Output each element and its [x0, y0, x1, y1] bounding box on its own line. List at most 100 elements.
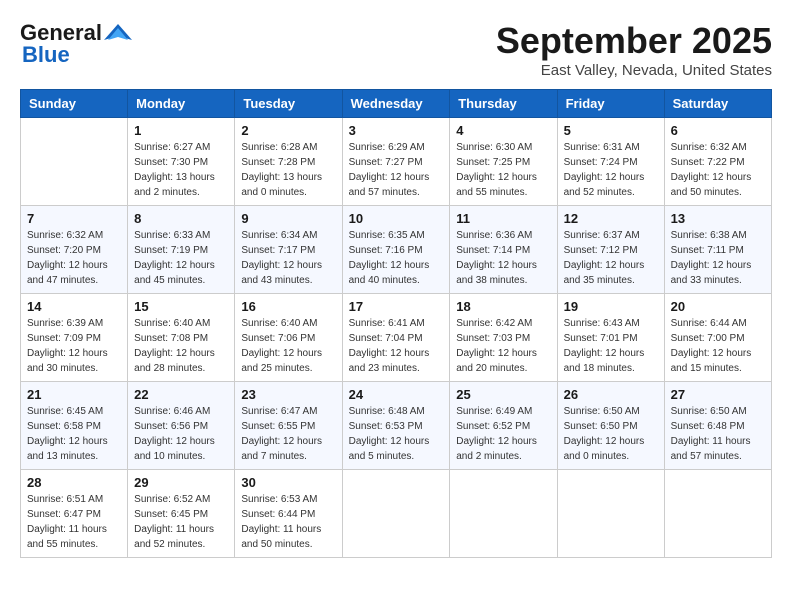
table-cell: 6 Sunrise: 6:32 AMSunset: 7:22 PMDaylight…	[664, 118, 771, 206]
week-row-2: 7 Sunrise: 6:32 AMSunset: 7:20 PMDaylight…	[21, 206, 772, 294]
day-number: 12	[564, 211, 658, 226]
day-info: Sunrise: 6:29 AMSunset: 7:27 PMDaylight:…	[349, 140, 444, 200]
table-cell	[450, 470, 557, 558]
day-info: Sunrise: 6:32 AMSunset: 7:20 PMDaylight:…	[27, 228, 121, 288]
table-cell: 22 Sunrise: 6:46 AMSunset: 6:56 PMDayligh…	[128, 382, 235, 470]
day-number: 22	[134, 387, 228, 402]
day-info: Sunrise: 6:46 AMSunset: 6:56 PMDaylight:…	[134, 404, 228, 464]
day-number: 10	[349, 211, 444, 226]
table-cell: 2 Sunrise: 6:28 AMSunset: 7:28 PMDaylight…	[235, 118, 342, 206]
day-number: 21	[27, 387, 121, 402]
day-info: Sunrise: 6:47 AMSunset: 6:55 PMDaylight:…	[241, 404, 335, 464]
location-title: East Valley, Nevada, United States	[496, 62, 772, 79]
table-cell: 29 Sunrise: 6:52 AMSunset: 6:45 PMDayligh…	[128, 470, 235, 558]
logo-icon	[102, 22, 134, 44]
day-number: 8	[134, 211, 228, 226]
day-number: 28	[27, 475, 121, 490]
day-info: Sunrise: 6:34 AMSunset: 7:17 PMDaylight:…	[241, 228, 335, 288]
day-number: 1	[134, 123, 228, 138]
day-number: 11	[456, 211, 550, 226]
day-number: 29	[134, 475, 228, 490]
table-cell: 18 Sunrise: 6:42 AMSunset: 7:03 PMDayligh…	[450, 294, 557, 382]
day-number: 14	[27, 299, 121, 314]
day-number: 23	[241, 387, 335, 402]
day-info: Sunrise: 6:51 AMSunset: 6:47 PMDaylight:…	[27, 492, 121, 552]
table-cell: 21Sunrise: 6:45 AMSunset: 6:58 PMDayligh…	[21, 382, 128, 470]
table-cell: 4Sunrise: 6:30 AMSunset: 7:25 PMDaylight…	[450, 118, 557, 206]
day-number: 20	[671, 299, 765, 314]
day-info: Sunrise: 6:49 AMSunset: 6:52 PMDaylight:…	[456, 404, 550, 464]
table-cell: 13 Sunrise: 6:38 AMSunset: 7:11 PMDayligh…	[664, 206, 771, 294]
table-cell: 11 Sunrise: 6:36 AMSunset: 7:14 PMDayligh…	[450, 206, 557, 294]
header-tuesday: Tuesday	[235, 90, 342, 118]
header-sunday: Sunday	[21, 90, 128, 118]
day-number: 27	[671, 387, 765, 402]
day-info: Sunrise: 6:43 AMSunset: 7:01 PMDaylight:…	[564, 316, 658, 376]
calendar-header-row: Sunday Monday Tuesday Wednesday Thursday…	[21, 90, 772, 118]
day-info: Sunrise: 6:33 AMSunset: 7:19 PMDaylight:…	[134, 228, 228, 288]
day-number: 2	[241, 123, 335, 138]
day-info: Sunrise: 6:28 AMSunset: 7:28 PMDaylight:…	[241, 140, 335, 200]
day-info: Sunrise: 6:30 AMSunset: 7:25 PMDaylight:…	[456, 140, 550, 200]
day-info: Sunrise: 6:37 AMSunset: 7:12 PMDaylight:…	[564, 228, 658, 288]
day-number: 24	[349, 387, 444, 402]
day-info: Sunrise: 6:48 AMSunset: 6:53 PMDaylight:…	[349, 404, 444, 464]
day-number: 6	[671, 123, 765, 138]
day-info: Sunrise: 6:41 AMSunset: 7:04 PMDaylight:…	[349, 316, 444, 376]
day-number: 7	[27, 211, 121, 226]
day-info: Sunrise: 6:42 AMSunset: 7:03 PMDaylight:…	[456, 316, 550, 376]
day-number: 15	[134, 299, 228, 314]
page-header: General Blue September 2025 East Valley,…	[20, 20, 772, 79]
table-cell: 5 Sunrise: 6:31 AMSunset: 7:24 PMDaylight…	[557, 118, 664, 206]
day-info: Sunrise: 6:36 AMSunset: 7:14 PMDaylight:…	[456, 228, 550, 288]
day-number: 16	[241, 299, 335, 314]
table-cell: 25Sunrise: 6:49 AMSunset: 6:52 PMDayligh…	[450, 382, 557, 470]
table-cell: 24 Sunrise: 6:48 AMSunset: 6:53 PMDayligh…	[342, 382, 450, 470]
week-row-5: 28 Sunrise: 6:51 AMSunset: 6:47 PMDayligh…	[21, 470, 772, 558]
month-title: September 2025	[496, 20, 772, 62]
table-cell: 23 Sunrise: 6:47 AMSunset: 6:55 PMDayligh…	[235, 382, 342, 470]
day-number: 18	[456, 299, 550, 314]
header-wednesday: Wednesday	[342, 90, 450, 118]
table-cell	[21, 118, 128, 206]
day-number: 13	[671, 211, 765, 226]
header-thursday: Thursday	[450, 90, 557, 118]
table-cell	[664, 470, 771, 558]
table-cell: 30 Sunrise: 6:53 AMSunset: 6:44 PMDayligh…	[235, 470, 342, 558]
day-info: Sunrise: 6:31 AMSunset: 7:24 PMDaylight:…	[564, 140, 658, 200]
table-cell: 12 Sunrise: 6:37 AMSunset: 7:12 PMDayligh…	[557, 206, 664, 294]
day-info: Sunrise: 6:50 AMSunset: 6:50 PMDaylight:…	[564, 404, 658, 464]
table-cell	[557, 470, 664, 558]
day-number: 19	[564, 299, 658, 314]
day-info: Sunrise: 6:53 AMSunset: 6:44 PMDaylight:…	[241, 492, 335, 552]
header-monday: Monday	[128, 90, 235, 118]
day-number: 9	[241, 211, 335, 226]
table-cell	[342, 470, 450, 558]
table-cell: 8 Sunrise: 6:33 AMSunset: 7:19 PMDaylight…	[128, 206, 235, 294]
table-cell: 1 Sunrise: 6:27 AMSunset: 7:30 PMDaylight…	[128, 118, 235, 206]
table-cell: 17 Sunrise: 6:41 AMSunset: 7:04 PMDayligh…	[342, 294, 450, 382]
day-info: Sunrise: 6:35 AMSunset: 7:16 PMDaylight:…	[349, 228, 444, 288]
day-info: Sunrise: 6:38 AMSunset: 7:11 PMDaylight:…	[671, 228, 765, 288]
table-cell: 16 Sunrise: 6:40 AMSunset: 7:06 PMDayligh…	[235, 294, 342, 382]
table-cell: 20 Sunrise: 6:44 AMSunset: 7:00 PMDayligh…	[664, 294, 771, 382]
calendar-table: Sunday Monday Tuesday Wednesday Thursday…	[20, 89, 772, 558]
day-number: 5	[564, 123, 658, 138]
day-number: 17	[349, 299, 444, 314]
week-row-1: 1 Sunrise: 6:27 AMSunset: 7:30 PMDaylight…	[21, 118, 772, 206]
table-cell: 27Sunrise: 6:50 AMSunset: 6:48 PMDayligh…	[664, 382, 771, 470]
day-number: 3	[349, 123, 444, 138]
table-cell: 15Sunrise: 6:40 AMSunset: 7:08 PMDayligh…	[128, 294, 235, 382]
day-number: 30	[241, 475, 335, 490]
day-info: Sunrise: 6:44 AMSunset: 7:00 PMDaylight:…	[671, 316, 765, 376]
day-info: Sunrise: 6:32 AMSunset: 7:22 PMDaylight:…	[671, 140, 765, 200]
table-cell: 26Sunrise: 6:50 AMSunset: 6:50 PMDayligh…	[557, 382, 664, 470]
table-cell: 14Sunrise: 6:39 AMSunset: 7:09 PMDayligh…	[21, 294, 128, 382]
table-cell: 10 Sunrise: 6:35 AMSunset: 7:16 PMDayligh…	[342, 206, 450, 294]
table-cell: 7 Sunrise: 6:32 AMSunset: 7:20 PMDaylight…	[21, 206, 128, 294]
day-info: Sunrise: 6:27 AMSunset: 7:30 PMDaylight:…	[134, 140, 228, 200]
day-info: Sunrise: 6:40 AMSunset: 7:06 PMDaylight:…	[241, 316, 335, 376]
title-area: September 2025 East Valley, Nevada, Unit…	[496, 20, 772, 79]
day-info: Sunrise: 6:52 AMSunset: 6:45 PMDaylight:…	[134, 492, 228, 552]
table-cell: 9 Sunrise: 6:34 AMSunset: 7:17 PMDaylight…	[235, 206, 342, 294]
